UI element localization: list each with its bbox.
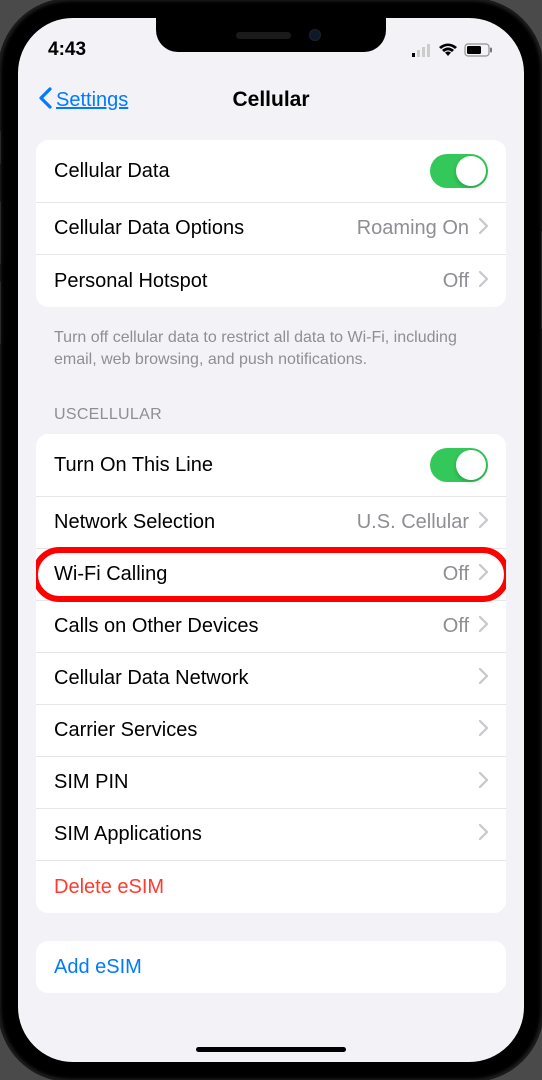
chevron-right-icon	[479, 824, 488, 845]
back-button[interactable]: Settings	[38, 84, 128, 116]
content-scroll[interactable]: Cellular Data Cellular Data Options Roam…	[18, 140, 524, 1049]
settings-group-carrier: Turn On This Line Network Selection U.S.…	[36, 434, 506, 913]
cell-value: U.S. Cellular	[357, 511, 469, 534]
speaker	[236, 32, 291, 39]
cell-value: Roaming On	[357, 217, 469, 240]
chevron-right-icon	[479, 564, 488, 585]
toggle-knob	[456, 450, 486, 480]
cell-label: Carrier Services	[54, 719, 479, 742]
settings-group-addesim: Add eSIM	[36, 941, 506, 993]
sim-applications-row[interactable]: SIM Applications	[36, 809, 506, 861]
silence-switch	[0, 130, 1, 165]
volume-up-button	[0, 200, 1, 265]
cellular-data-options-row[interactable]: Cellular Data Options Roaming On	[36, 203, 506, 255]
personal-hotspot-row[interactable]: Personal Hotspot Off	[36, 255, 506, 307]
chevron-left-icon	[38, 84, 52, 116]
delete-esim-row[interactable]: Delete eSIM	[36, 861, 506, 913]
cellular-signal-icon	[412, 43, 432, 57]
add-esim-row[interactable]: Add eSIM	[36, 941, 506, 993]
cell-label: SIM Applications	[54, 823, 479, 846]
settings-group-general: Cellular Data Cellular Data Options Roam…	[36, 140, 506, 307]
cell-label: Calls on Other Devices	[54, 615, 443, 638]
navigation-bar: Settings Cellular	[18, 68, 524, 140]
screen: 4:43 Settings Cellular	[18, 18, 524, 1062]
notch	[156, 18, 386, 52]
chevron-right-icon	[479, 720, 488, 741]
status-icons	[412, 43, 494, 57]
home-indicator[interactable]	[196, 1047, 346, 1052]
calls-other-devices-row[interactable]: Calls on Other Devices Off	[36, 601, 506, 653]
cell-label: Delete eSIM	[54, 876, 488, 899]
cell-label: Wi-Fi Calling	[54, 563, 443, 586]
cell-label: Network Selection	[54, 511, 357, 534]
chevron-right-icon	[479, 512, 488, 533]
toggle-knob	[456, 156, 486, 186]
turn-on-line-row[interactable]: Turn On This Line	[36, 434, 506, 497]
cellular-data-row[interactable]: Cellular Data	[36, 140, 506, 203]
cell-label: Turn On This Line	[54, 454, 430, 477]
volume-down-button	[0, 280, 1, 345]
wifi-calling-row[interactable]: Wi-Fi Calling Off	[36, 549, 506, 601]
cell-label: Personal Hotspot	[54, 270, 443, 293]
line-toggle[interactable]	[430, 448, 488, 482]
chevron-right-icon	[479, 218, 488, 239]
chevron-right-icon	[479, 668, 488, 689]
chevron-right-icon	[479, 772, 488, 793]
cell-value: Off	[443, 563, 469, 586]
sim-pin-row[interactable]: SIM PIN	[36, 757, 506, 809]
battery-icon	[464, 43, 494, 57]
front-camera	[309, 29, 321, 41]
wifi-icon	[438, 43, 458, 57]
cell-label: SIM PIN	[54, 771, 479, 794]
cellular-data-toggle[interactable]	[430, 154, 488, 188]
status-time: 4:43	[48, 39, 86, 61]
cell-label: Cellular Data	[54, 160, 430, 183]
page-title: Cellular	[232, 88, 309, 112]
cell-label: Cellular Data Network	[54, 667, 479, 690]
phone-frame: 4:43 Settings Cellular	[0, 0, 542, 1080]
cell-value: Off	[443, 615, 469, 638]
back-label: Settings	[56, 89, 128, 112]
group-footer: Turn off cellular data to restrict all d…	[36, 317, 506, 388]
carrier-section-header: USCELLULAR	[36, 388, 506, 434]
carrier-services-row[interactable]: Carrier Services	[36, 705, 506, 757]
cell-label: Cellular Data Options	[54, 217, 357, 240]
chevron-right-icon	[479, 271, 488, 292]
cellular-data-network-row[interactable]: Cellular Data Network	[36, 653, 506, 705]
cell-value: Off	[443, 270, 469, 293]
chevron-right-icon	[479, 616, 488, 637]
cell-label: Add eSIM	[54, 956, 488, 979]
network-selection-row[interactable]: Network Selection U.S. Cellular	[36, 497, 506, 549]
